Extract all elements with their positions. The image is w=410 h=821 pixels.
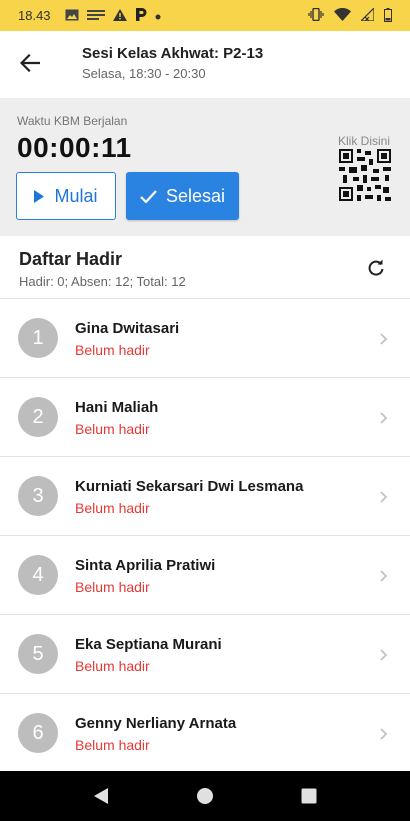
battery-icon [384, 7, 392, 24]
list-item[interactable]: 6 Genny Nerliany Arnata Belum hadir [0, 693, 410, 772]
nav-back-icon[interactable] [92, 787, 110, 805]
start-button-label: Mulai [54, 185, 98, 206]
member-status: Belum hadir [75, 342, 150, 358]
wifi-icon [334, 7, 351, 23]
play-icon [34, 189, 45, 203]
finish-button[interactable]: Selesai [126, 172, 239, 220]
member-name: Genny Nerliany Arnata [75, 715, 237, 732]
dot-icon [155, 10, 161, 22]
system-nav-bar [0, 771, 410, 821]
qr-code-icon[interactable] [339, 149, 391, 206]
attendance-header: Daftar Hadir Hadir: 0; Absen: 12; Total:… [0, 236, 410, 296]
member-status: Belum hadir [75, 579, 150, 595]
member-status: Belum hadir [75, 658, 150, 674]
chevron-right-icon [380, 412, 388, 424]
app-bar: Sesi Kelas Akhwat: P2-13 Selasa, 18:30 -… [0, 31, 410, 94]
image-icon [65, 9, 79, 23]
back-button[interactable] [0, 31, 60, 94]
page-title: Sesi Kelas Akhwat: P2-13 [82, 44, 264, 62]
member-name: Kurniati Sekarsari Dwi Lesmana [75, 478, 304, 495]
member-status: Belum hadir [75, 421, 150, 437]
chevron-right-icon [380, 491, 388, 503]
chevron-right-icon [380, 570, 388, 582]
list-item[interactable]: 1 Gina Dwitasari Belum hadir [0, 298, 410, 377]
news-icon [86, 9, 105, 23]
parking-icon [135, 8, 147, 23]
number-avatar: 4 [18, 555, 58, 595]
finish-button-label: Selesai [165, 185, 226, 206]
list-item[interactable]: 4 Sinta Aprilia Pratiwi Belum hadir [0, 535, 410, 614]
member-name: Sinta Aprilia Pratiwi [75, 557, 216, 574]
nav-home-icon[interactable] [196, 787, 214, 805]
check-icon [140, 189, 157, 203]
attendance-title: Daftar Hadir [19, 249, 123, 269]
attendance-list: 1 Gina Dwitasari Belum hadir 2 Hani Mali… [0, 298, 410, 772]
status-bar: 18.43 [0, 0, 410, 31]
signal-icon [359, 6, 375, 23]
number-avatar: 6 [18, 713, 58, 753]
warning-icon [112, 8, 127, 23]
chevron-right-icon [380, 728, 388, 740]
list-item[interactable]: 5 Eka Septiana Murani Belum hadir [0, 614, 410, 693]
number-avatar: 5 [18, 634, 58, 674]
qr-label[interactable]: Klik Disini [338, 134, 390, 148]
status-time: 18.43 [18, 8, 51, 23]
attendance-summary: Hadir: 0; Absen: 12; Total: 12 [19, 274, 186, 289]
timer-label: Waktu KBM Berjalan [17, 114, 128, 128]
refresh-icon [368, 259, 384, 276]
member-name: Hani Maliah [75, 399, 159, 416]
timer-panel: Waktu KBM Berjalan 00:00:11 Mulai Selesa… [0, 98, 410, 236]
member-name: Eka Septiana Murani [75, 636, 222, 653]
start-button[interactable]: Mulai [16, 172, 116, 220]
number-avatar: 3 [18, 476, 58, 516]
refresh-button[interactable] [364, 256, 388, 280]
arrow-left-icon [20, 53, 40, 72]
nav-recents-icon[interactable] [300, 787, 318, 805]
chevron-right-icon [380, 649, 388, 661]
member-name: Gina Dwitasari [75, 320, 180, 337]
number-avatar: 1 [18, 318, 58, 358]
list-item[interactable]: 2 Hani Maliah Belum hadir [0, 377, 410, 456]
timer-value: 00:00:11 [17, 132, 132, 163]
chevron-right-icon [380, 333, 388, 345]
number-avatar: 2 [18, 397, 58, 437]
member-status: Belum hadir [75, 500, 150, 516]
list-item[interactable]: 3 Kurniati Sekarsari Dwi Lesmana Belum h… [0, 456, 410, 535]
vibrate-icon [308, 7, 324, 23]
page-subtitle: Selasa, 18:30 - 20:30 [82, 65, 206, 81]
member-status: Belum hadir [75, 737, 150, 753]
